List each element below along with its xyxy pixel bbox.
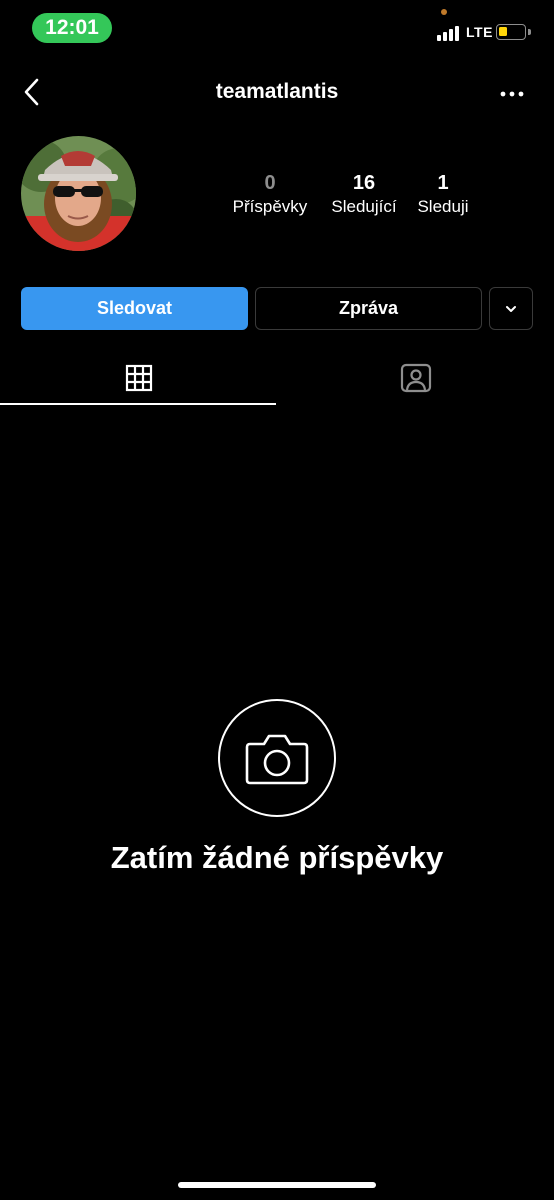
message-button[interactable]: Zpráva [255,287,482,330]
battery-nub [528,29,531,35]
empty-state-icon-circle [218,699,336,817]
home-indicator[interactable] [178,1182,376,1188]
avatar-image [21,136,136,251]
stat-posts-label: Příspěvky [232,197,308,216]
tab-tagged[interactable] [277,352,554,404]
stat-followers[interactable]: 16 Sledující [322,172,406,220]
options-button[interactable] [494,78,530,108]
follow-button[interactable]: Sledovat [21,287,248,330]
tagged-person-icon [400,363,431,393]
battery-icon [496,24,526,40]
suggested-accounts-button[interactable] [489,287,533,330]
stat-posts[interactable]: 0 Příspěvky [225,172,315,220]
grid-icon [125,364,152,392]
stat-posts-count: 0 [264,172,276,194]
empty-state-title: Zatím žádné příspěvky [110,840,444,875]
camera-in-use-indicator [441,9,447,15]
ellipsis-icon [500,91,524,97]
status-time: 12:01 [32,13,112,43]
stat-followers-label: Sledující [331,197,397,216]
chevron-down-icon [506,305,516,312]
stat-followers-count: 16 [352,172,376,194]
signal-icon [437,25,463,41]
stat-following[interactable]: 1 Sleduji [410,172,476,220]
active-tab-indicator [0,403,276,405]
camera-icon [245,734,309,785]
battery-level [499,27,507,36]
avatar[interactable] [21,136,136,251]
stat-following-label: Sleduji [417,197,469,216]
profile-username: teamatlantis [215,80,339,103]
stat-following-count: 1 [437,172,449,194]
network-type: LTE [466,24,493,40]
tab-posts-grid[interactable] [0,352,277,404]
